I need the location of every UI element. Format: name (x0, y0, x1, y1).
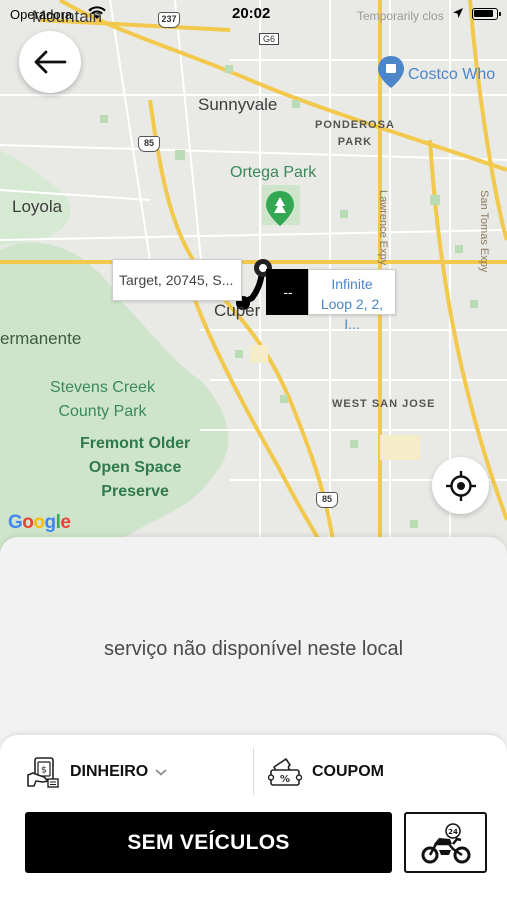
back-arrow-icon (34, 50, 67, 74)
status-bar: Operadora 20:02 (0, 0, 507, 28)
battery-icon (472, 8, 501, 20)
payment-row: $ DINHEIRO % COUPOM (0, 735, 507, 807)
payment-method-button[interactable]: $ DINHEIRO (26, 753, 168, 791)
map-label-costco: Costco Who (408, 66, 496, 83)
coupon-icon: % (268, 758, 302, 786)
request-ride-button[interactable]: SEM VEÍCULOS (25, 812, 392, 873)
svg-text:%: % (280, 774, 290, 785)
map-view[interactable]: Mountain View Sunnyvale PONDEROSA PARK O… (0, 0, 507, 560)
map-label-ponderosa-park: PONDEROSA PARK (315, 119, 395, 148)
cash-icon: $ (27, 757, 59, 788)
coupon-label: COUPOM (312, 763, 384, 780)
chevron-down-icon (155, 769, 167, 776)
clock: 20:02 (232, 5, 271, 22)
map-label-loyola: Loyola (12, 197, 63, 216)
county-road-g6: G6 (259, 33, 280, 45)
map-label-lawrence-expy: Lawrence Expy (377, 190, 389, 266)
map-graphics (0, 0, 507, 560)
map-label-cupertino: Cuper (214, 301, 261, 320)
map-label-stevens-creek: Stevens Creek County Park (50, 379, 155, 420)
highway-shield-85-top: 85 (138, 136, 160, 152)
payment-method-label: DINHEIRO (70, 763, 149, 780)
svg-text:24: 24 (448, 828, 458, 836)
destination-marker[interactable]: Infinite Loop 2, 2, I... (308, 269, 396, 332)
payment-divider (253, 747, 254, 795)
back-button[interactable] (19, 31, 81, 93)
carrier-name: Operadora (10, 7, 73, 22)
vehicle-type-button[interactable]: 24 (404, 812, 487, 873)
payment-panel: $ DINHEIRO % COUPOM SEM VEÍCULOS 24 (0, 735, 507, 900)
map-label-west-san-jose: WEST SAN JOSE (332, 398, 436, 410)
eta-badge: -- (266, 269, 310, 315)
google-logo: Google (8, 512, 71, 533)
map-label-ortega-park: Ortega Park (230, 164, 317, 181)
svg-text:$: $ (41, 766, 47, 776)
motorcycle-24h-icon: 24 (421, 822, 470, 863)
location-arrow-icon (453, 8, 463, 18)
wifi-icon (88, 6, 106, 19)
map-label-san-tomas-expy: San Tomas Expy (478, 190, 490, 273)
map-label-permanente: ermanente (0, 329, 82, 348)
map-label-sunnyvale: Sunnyvale (198, 95, 278, 114)
highway-shield-85-bottom: 85 (316, 492, 338, 508)
crosshair-icon (445, 470, 476, 501)
origin-marker[interactable]: Target, 20745, S... (112, 259, 242, 301)
map-label-fremont-older: Fremont Older Open Space Preserve (80, 435, 191, 500)
locate-me-button[interactable] (432, 457, 489, 514)
coupon-button[interactable]: % COUPOM (268, 753, 384, 791)
service-unavailable-message: serviço não disponível neste local (103, 638, 404, 660)
